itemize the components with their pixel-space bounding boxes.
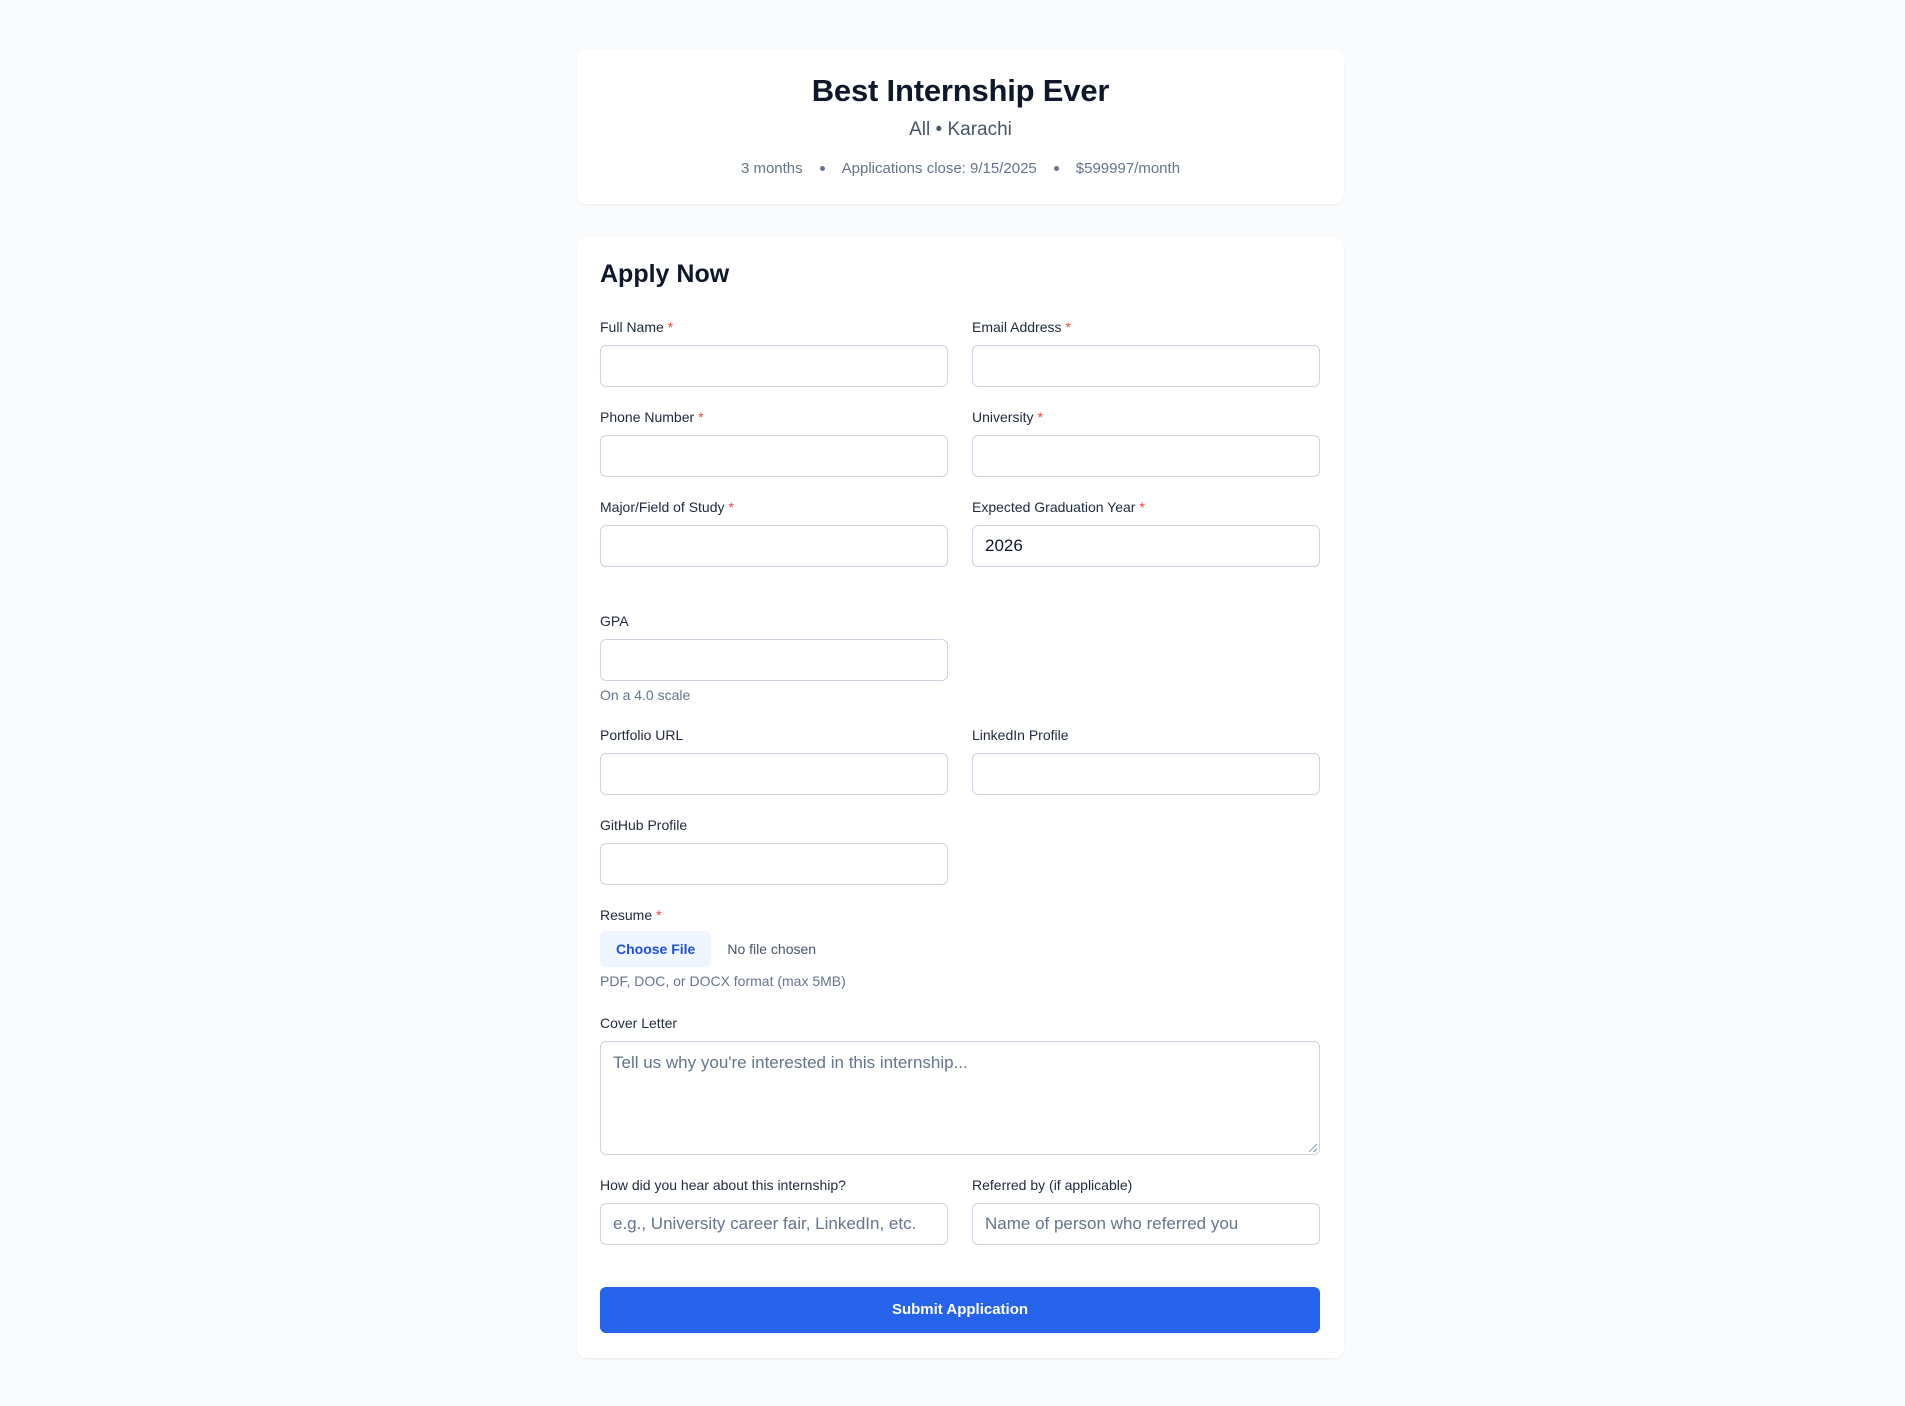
portfolio-input[interactable] bbox=[600, 753, 948, 795]
github-label: GitHub Profile bbox=[600, 817, 688, 833]
graduation-year-field: Expected Graduation Year * 2026 bbox=[972, 497, 1320, 567]
major-input[interactable] bbox=[600, 525, 948, 567]
major-field: Major/Field of Study * bbox=[600, 497, 948, 567]
cover-letter-field: Cover Letter Tell us why you're interest… bbox=[600, 1013, 1320, 1155]
cover-letter-placeholder: Tell us why you're interested in this in… bbox=[613, 1053, 968, 1072]
required-mark: * bbox=[1139, 499, 1145, 515]
gpa-label: GPA bbox=[600, 613, 629, 629]
required-mark: * bbox=[728, 499, 734, 515]
required-mark: * bbox=[656, 907, 662, 923]
internship-title: Best Internship Ever bbox=[811, 73, 1110, 108]
gpa-input[interactable] bbox=[600, 639, 948, 681]
required-mark: * bbox=[667, 319, 674, 335]
submit-application-button[interactable]: Submit Application bbox=[600, 1287, 1320, 1333]
portfolio-field: Portfolio URL bbox=[600, 725, 948, 795]
full-name-label: Full Name * bbox=[600, 319, 674, 335]
email-label: Email Address * bbox=[972, 319, 1071, 335]
email-input[interactable] bbox=[972, 345, 1320, 387]
dot-separator bbox=[1053, 166, 1059, 171]
required-mark: * bbox=[1037, 409, 1043, 425]
graduation-year-input[interactable]: 2026 bbox=[972, 525, 1320, 567]
deadline-text: Applications close: 9/15/2025 bbox=[841, 160, 1037, 177]
github-field: GitHub Profile bbox=[600, 815, 948, 885]
portfolio-label: Portfolio URL bbox=[600, 727, 684, 743]
stipend-text: $599997/month bbox=[1075, 160, 1181, 177]
required-mark: * bbox=[1065, 319, 1071, 335]
gpa-field: GPA On a 4.0 scale bbox=[600, 611, 948, 703]
referred-by-field: Referred by (if applicable) Name of pers… bbox=[972, 1175, 1320, 1245]
page: Best Internship Ever All • Karachi 3 mon… bbox=[0, 0, 1905, 1406]
required-mark: * bbox=[698, 409, 704, 425]
referred-by-input[interactable]: Name of person who referred you bbox=[972, 1203, 1320, 1245]
full-name-field: Full Name * bbox=[600, 317, 948, 387]
cover-letter-textarea[interactable]: Tell us why you're interested in this in… bbox=[600, 1041, 1320, 1155]
choose-file-button[interactable]: Choose File bbox=[600, 931, 712, 967]
resume-field: Resume * Choose File No file chosen PDF, … bbox=[600, 905, 1320, 989]
internship-subtitle: All • Karachi bbox=[909, 119, 1012, 140]
email-field: Email Address * bbox=[972, 317, 1320, 387]
duration-text: 3 months bbox=[740, 160, 803, 177]
application-form-card: Apply Now Full Name * Email Address * Phon… bbox=[577, 237, 1344, 1358]
gpa-help-text: On a 4.0 scale bbox=[600, 687, 691, 703]
graduation-year-label: Expected Graduation Year * bbox=[972, 499, 1145, 515]
github-input[interactable] bbox=[600, 843, 948, 885]
linkedin-label: LinkedIn Profile bbox=[972, 727, 1069, 743]
resume-help-text: PDF, DOC, or DOCX format (max 5MB) bbox=[600, 973, 846, 989]
university-input[interactable] bbox=[972, 435, 1320, 477]
internship-header-card: Best Internship Ever All • Karachi 3 mon… bbox=[577, 49, 1344, 204]
major-label: Major/Field of Study * bbox=[600, 499, 734, 515]
linkedin-input[interactable] bbox=[972, 753, 1320, 795]
source-input[interactable]: e.g., University career fair, LinkedIn, … bbox=[600, 1203, 948, 1245]
file-status-text: No file chosen bbox=[727, 941, 817, 957]
internship-meta: 3 months Applications close: 9/15/2025 $… bbox=[577, 160, 1344, 177]
source-field: How did you hear about this internship? … bbox=[600, 1175, 948, 1245]
cover-letter-label: Cover Letter bbox=[600, 1015, 678, 1031]
university-label: University * bbox=[972, 409, 1043, 425]
form-title: Apply Now bbox=[600, 260, 730, 288]
resize-handle-icon[interactable] bbox=[1309, 1144, 1317, 1152]
resume-file-input: Choose File No file chosen bbox=[600, 931, 1320, 967]
full-name-input[interactable] bbox=[600, 345, 948, 387]
phone-input[interactable] bbox=[600, 435, 948, 477]
source-label: How did you hear about this internship? bbox=[600, 1177, 846, 1193]
referred-by-label: Referred by (if applicable) bbox=[972, 1177, 1133, 1193]
phone-label: Phone Number * bbox=[600, 409, 704, 425]
dot-separator bbox=[819, 166, 825, 171]
phone-field: Phone Number * bbox=[600, 407, 948, 477]
linkedin-field: LinkedIn Profile bbox=[972, 725, 1320, 795]
university-field: University * bbox=[972, 407, 1320, 477]
resume-label: Resume * bbox=[600, 907, 662, 923]
